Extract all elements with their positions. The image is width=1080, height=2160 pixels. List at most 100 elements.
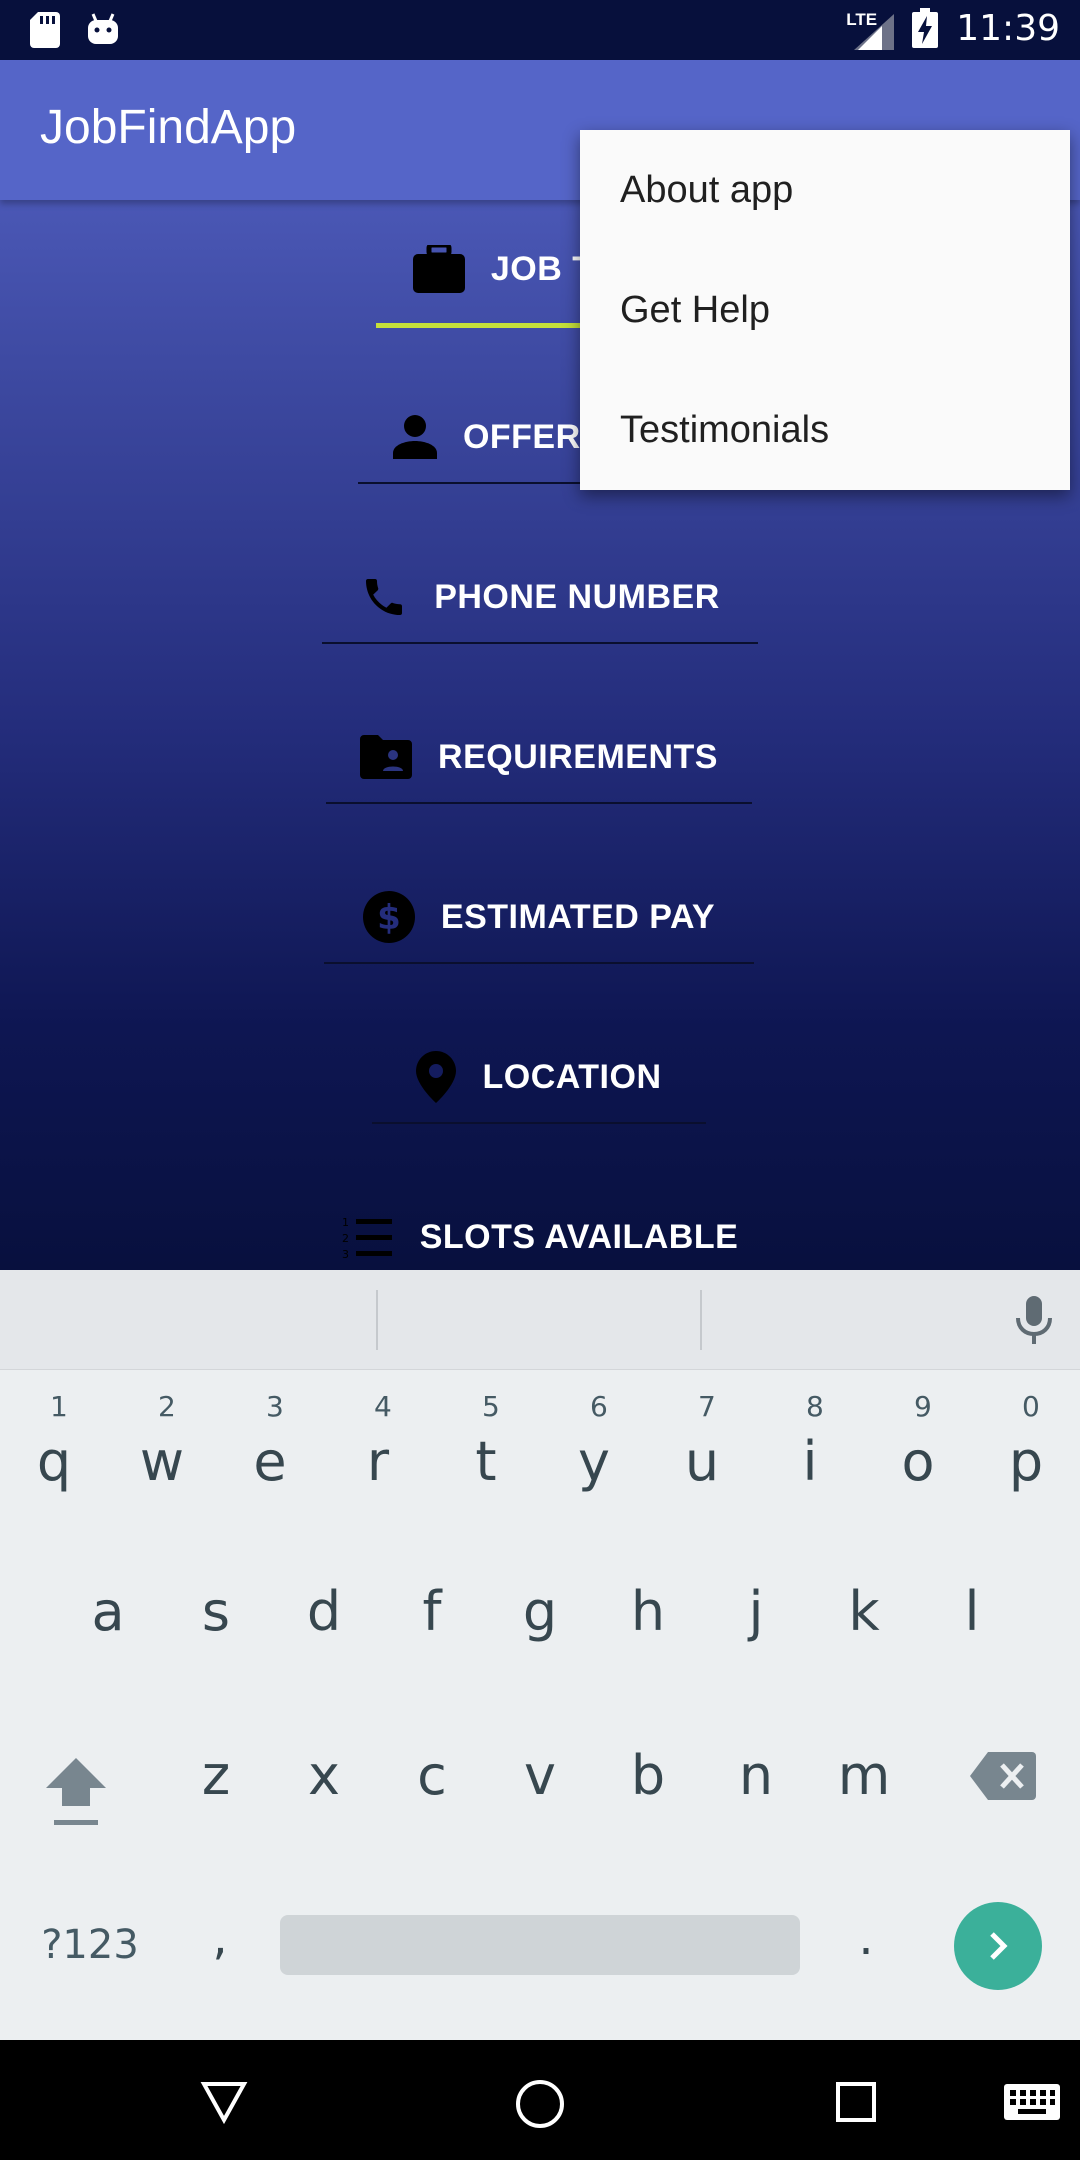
tab-label: PHONE NUMBER <box>434 577 720 616</box>
tab-divider <box>324 962 754 964</box>
key-b[interactable]: b <box>608 1744 688 1824</box>
key-s[interactable]: s <box>176 1580 256 1660</box>
key-number-hint: 4 <box>374 1390 392 1423</box>
tab-slots-available[interactable]: 1 2 3 SLOTS AVAILABLE <box>340 1190 740 1270</box>
key-label: g <box>522 1580 558 1643</box>
shift-icon <box>46 1758 106 1825</box>
recents-icon[interactable] <box>834 2080 878 2124</box>
key-label: c <box>417 1744 447 1807</box>
keyboard-switch-icon[interactable] <box>1004 2084 1060 2120</box>
backspace-icon <box>970 1752 1036 1800</box>
menu-item-about-app[interactable]: About app <box>580 130 1070 250</box>
key-a[interactable]: a <box>68 1580 148 1660</box>
sd-card-icon <box>30 12 60 48</box>
menu-item-testimonials[interactable]: Testimonials <box>580 370 1070 490</box>
status-bar: LTE 11:39 <box>0 0 1080 60</box>
microphone-icon[interactable] <box>1014 1296 1054 1348</box>
menu-item-get-help[interactable]: Get Help <box>580 250 1070 370</box>
key-g[interactable]: g <box>500 1580 580 1660</box>
key-label: d <box>306 1580 342 1643</box>
tab-estimated-pay[interactable]: $ ESTIMATED PAY <box>324 870 754 964</box>
battery-charging-icon <box>912 8 939 48</box>
key-u[interactable]: 7u <box>662 1380 742 1500</box>
numbered-list-icon: 1 2 3 <box>342 1216 392 1259</box>
key-x[interactable]: x <box>284 1744 364 1824</box>
overflow-menu: About app Get Help Testimonials <box>580 130 1070 490</box>
folder-person-icon <box>360 735 413 779</box>
key-f[interactable]: f <box>392 1580 472 1660</box>
key-number-hint: 7 <box>698 1390 716 1423</box>
key-label: l <box>964 1580 980 1643</box>
tab-label: LOCATION <box>482 1057 662 1096</box>
backspace-key[interactable] <box>970 1752 1042 1806</box>
suggestion-divider <box>700 1290 702 1350</box>
tab-requirements[interactable]: REQUIREMENTS <box>326 710 752 804</box>
tab-divider <box>372 1122 706 1124</box>
period-key[interactable]: . <box>836 1910 896 1980</box>
key-l[interactable]: l <box>932 1580 1012 1660</box>
symbols-key[interactable]: ?123 <box>30 1922 150 1972</box>
tab-divider <box>322 642 758 644</box>
symbols-key-label: ?123 <box>41 1922 139 1968</box>
comma-key[interactable]: , <box>190 1910 250 1980</box>
key-label: b <box>630 1744 666 1807</box>
key-j[interactable]: j <box>716 1580 796 1660</box>
key-label: s <box>201 1580 231 1643</box>
comma-key-label: , <box>212 1910 228 1966</box>
key-number-hint: 9 <box>914 1390 932 1423</box>
key-z[interactable]: z <box>176 1744 256 1824</box>
key-number-hint: 3 <box>266 1390 284 1423</box>
key-label: k <box>848 1580 880 1643</box>
chevron-right-icon <box>990 1932 1008 1960</box>
key-n[interactable]: n <box>716 1744 796 1824</box>
key-i[interactable]: 8i <box>770 1380 850 1500</box>
key-label: z <box>201 1744 231 1807</box>
home-icon[interactable] <box>514 2078 566 2130</box>
key-label: j <box>748 1580 764 1643</box>
key-label: f <box>422 1580 442 1643</box>
key-v[interactable]: v <box>500 1744 580 1824</box>
svg-text:1: 1 <box>342 1216 349 1229</box>
key-p[interactable]: 0p <box>986 1380 1066 1500</box>
key-number-hint: 5 <box>482 1390 500 1423</box>
key-number-hint: 8 <box>806 1390 824 1423</box>
svg-text:3: 3 <box>342 1248 349 1259</box>
key-number-hint: 1 <box>50 1390 68 1423</box>
tab-location[interactable]: LOCATION <box>372 1030 706 1124</box>
svg-text:2: 2 <box>342 1232 349 1245</box>
key-o[interactable]: 9o <box>878 1380 958 1500</box>
key-w[interactable]: 2w <box>122 1380 202 1500</box>
key-q[interactable]: 1q <box>14 1380 94 1500</box>
key-m[interactable]: m <box>824 1744 904 1824</box>
tab-label: SLOTS AVAILABLE <box>419 1217 739 1256</box>
key-d[interactable]: d <box>284 1580 364 1660</box>
key-label: v <box>524 1744 556 1807</box>
tab-divider <box>326 802 752 804</box>
key-number-hint: 6 <box>590 1390 608 1423</box>
enter-key[interactable] <box>954 1902 1042 1990</box>
tab-label: ESTIMATED PAY <box>440 897 716 936</box>
key-h[interactable]: h <box>608 1580 688 1660</box>
key-k[interactable]: k <box>824 1580 904 1660</box>
main-content: JobFindApp JOB TITLE OFFERED BY PHONE NU… <box>0 60 1080 1270</box>
lte-signal-icon: LTE <box>846 6 895 50</box>
key-e[interactable]: 3e <box>230 1380 310 1500</box>
key-r[interactable]: 4r <box>338 1380 418 1500</box>
location-pin-icon <box>416 1051 457 1103</box>
key-label: h <box>630 1580 666 1643</box>
app-title: JobFindApp <box>40 101 297 154</box>
key-label: n <box>738 1744 774 1807</box>
space-bar[interactable] <box>280 1915 800 1975</box>
key-y[interactable]: 6y <box>554 1380 634 1500</box>
back-icon[interactable] <box>200 2080 248 2124</box>
key-number-hint: 0 <box>1022 1390 1040 1423</box>
key-label: a <box>91 1580 125 1643</box>
shift-key[interactable] <box>40 1750 112 1840</box>
navigation-bar <box>0 2040 1080 2160</box>
tab-phone-number[interactable]: PHONE NUMBER <box>322 550 758 644</box>
status-time: 11:39 <box>956 7 1060 49</box>
person-icon <box>392 415 437 459</box>
key-c[interactable]: c <box>392 1744 472 1824</box>
dollar-circle-icon: $ <box>362 891 415 943</box>
key-t[interactable]: 5t <box>446 1380 526 1500</box>
